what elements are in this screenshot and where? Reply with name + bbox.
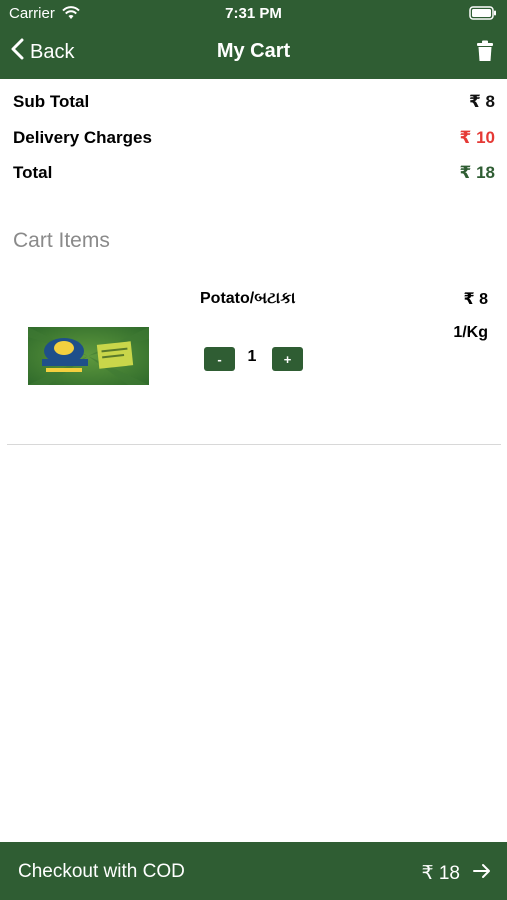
divider bbox=[7, 444, 501, 445]
arrow-right-icon bbox=[473, 863, 491, 884]
delivery-charges-value: ₹ 10 bbox=[459, 128, 495, 147]
total-value: ₹ 18 bbox=[459, 163, 495, 182]
product-name: Potato/બટાકા bbox=[200, 290, 296, 307]
total-label: Total bbox=[13, 163, 53, 182]
subtotal-value: ₹ 8 bbox=[468, 92, 495, 111]
trash-icon[interactable] bbox=[476, 40, 494, 67]
top-bar: Carrier 7:31 PM Back My Cart bbox=[0, 0, 507, 79]
product-price: ₹ 8 bbox=[463, 291, 488, 308]
decrease-quantity-button[interactable]: - bbox=[204, 347, 235, 371]
increase-quantity-button[interactable]: + bbox=[272, 347, 303, 371]
delivery-charges-row: Delivery Charges ₹ 10 bbox=[13, 126, 495, 150]
product-image bbox=[28, 327, 149, 385]
checkout-total: ₹ 18 bbox=[421, 863, 460, 884]
delivery-charges-label: Delivery Charges bbox=[13, 128, 152, 147]
total-row: Total ₹ 18 bbox=[13, 161, 495, 185]
quantity-value: 1 bbox=[247, 348, 257, 365]
cart-items-heading: Cart Items bbox=[13, 229, 110, 252]
battery-icon bbox=[469, 6, 497, 25]
subtotal-row: Sub Total ₹ 8 bbox=[13, 90, 495, 114]
checkout-label: Checkout with COD bbox=[18, 861, 185, 882]
status-time: 7:31 PM bbox=[225, 5, 282, 22]
subtotal-label: Sub Total bbox=[13, 92, 90, 111]
page-title: My Cart bbox=[216, 40, 291, 62]
checkout-button[interactable]: Checkout with COD ₹ 18 bbox=[0, 842, 507, 900]
product-unit: 1/Kg bbox=[453, 324, 488, 341]
